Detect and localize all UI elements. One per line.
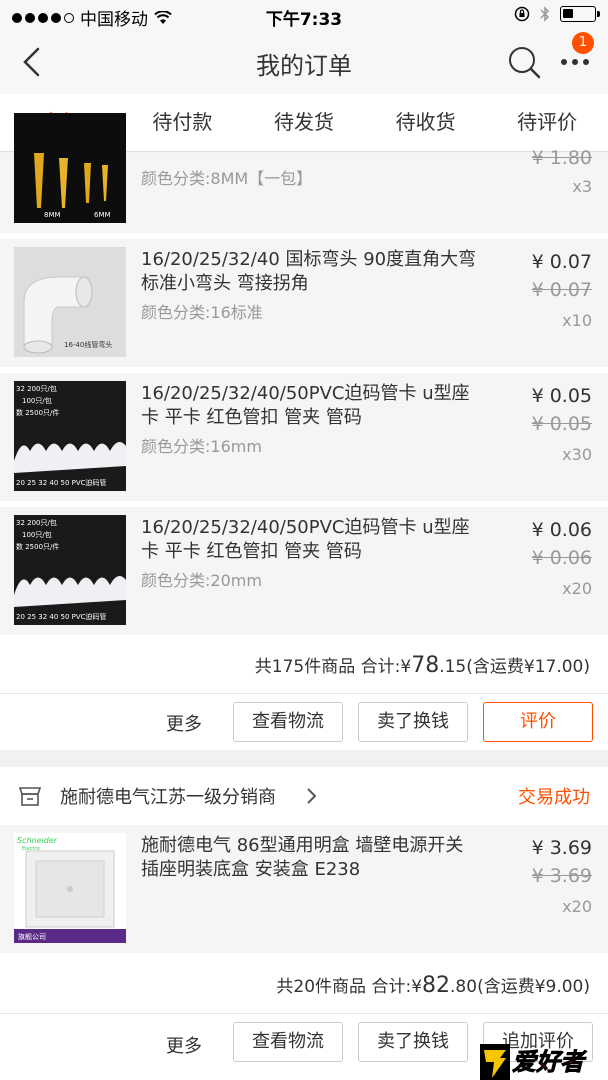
nav-bar: 我的订单 1: [0, 30, 608, 94]
order-total-int: 78: [411, 653, 440, 678]
battery-icon: [560, 6, 600, 22]
tab-pending-payment[interactable]: 待付款: [122, 94, 244, 151]
order-item[interactable]: 16-40线管弯头 16/20/25/32/40 国标弯头 90度直角大弯 标准…: [0, 239, 608, 367]
currency-symbol: ¥: [411, 977, 423, 997]
tab-pending-receipt[interactable]: 待收货: [365, 94, 487, 151]
order-status: 交易成功: [518, 787, 590, 808]
currency-symbol: ¥: [400, 657, 412, 677]
thumb-text-line: 100只/包: [22, 396, 52, 405]
item-original-price: ¥ 1.80: [531, 147, 592, 169]
item-variant: 颜色分类:20mm: [141, 571, 262, 590]
notification-badge: 1: [572, 32, 594, 54]
thumb-text-line: 数 2500只/件: [16, 408, 59, 417]
item-quantity: x3: [572, 177, 592, 196]
product-thumbnail: 32 200只/包 100只/包 数 2500只/件 20 25 32 40 5…: [14, 381, 126, 491]
thumb-brand: Schneider: [17, 836, 58, 845]
order-shipping: (含运费¥17.00): [466, 657, 590, 677]
bluetooth-icon: [540, 6, 550, 22]
tab-pending-shipment[interactable]: 待发货: [243, 94, 365, 151]
thumb-text-line: 20 25 32 40 50 PVC迫码管: [16, 612, 107, 621]
product-thumbnail: 8MM 6MM: [14, 113, 126, 223]
item-original-price: ¥ 0.06: [531, 547, 592, 569]
order-summary: 共20件商品 合计:¥82.80(含运费¥9.00): [0, 953, 608, 1013]
order-item[interactable]: 32 200只/包 100只/包 数 2500只/件 20 25 32 40 5…: [0, 507, 608, 635]
order-item[interactable]: 32 200只/包 100只/包 数 2500只/件 20 25 32 40 5…: [0, 373, 608, 501]
product-thumbnail: 32 200只/包 100只/包 数 2500只/件 20 25 32 40 5…: [14, 515, 126, 625]
item-variant: 颜色分类:8MM【一包】: [141, 169, 313, 188]
order-summary: 共175件商品 合计:¥78.15(含运费¥17.00): [0, 635, 608, 693]
watermark-text: 爱好者: [512, 1048, 587, 1076]
item-original-price: ¥ 0.05: [531, 413, 592, 435]
thumb-caption: 16-40线管弯头: [64, 340, 112, 349]
view-logistics-button[interactable]: 查看物流: [233, 1022, 343, 1062]
thumb-text-line: 20 25 32 40 50 PVC迫码管: [16, 478, 107, 487]
product-thumbnail: Schneider Electric 旗舰公司: [14, 833, 126, 943]
item-price: ¥ 0.06: [531, 519, 592, 541]
item-price: ¥ 3.69: [531, 837, 592, 859]
item-title: 16/20/25/32/40/50PVC迫码管卡 u型座卡 平卡 红色管扣 管夹…: [141, 517, 470, 562]
item-variant: 颜色分类:16mm: [141, 437, 262, 456]
item-price: ¥ 0.07: [531, 251, 592, 273]
item-quantity: x20: [562, 579, 592, 598]
shop-name[interactable]: 施耐德电气江苏一级分销商: [60, 783, 276, 809]
order-total: 共175件商品 合计:¥78.15(含运费¥17.00): [255, 652, 590, 678]
thumb-text-line: 数 2500只/件: [16, 542, 59, 551]
order-total-int: 82: [422, 973, 451, 998]
status-bar: 中国移动 下午7:33: [0, 0, 608, 30]
shop-header[interactable]: 施耐德电气江苏一级分销商 交易成功: [0, 767, 608, 825]
item-quantity: x10: [562, 311, 592, 330]
resell-button[interactable]: 卖了换钱: [358, 702, 468, 742]
order-actions: 更多 查看物流 卖了换钱 评价: [0, 694, 608, 750]
order-total-count: 共175件商品 合计:: [254, 657, 401, 677]
item-title: 16/20/25/32/40 国标弯头 90度直角大弯 标准小弯头 弯接拐角: [141, 249, 477, 294]
rotation-lock-icon: [514, 6, 530, 22]
shop-icon: [18, 787, 42, 806]
thumb-text-line: 100只/包: [22, 530, 52, 539]
resell-button[interactable]: 卖了换钱: [358, 1022, 468, 1062]
thumb-text-line: 32 200只/包: [16, 518, 57, 527]
item-title: 16/20/25/32/40/50PVC迫码管卡 u型座卡 平卡 红色管扣 管夹…: [141, 383, 470, 428]
more-button[interactable]: 更多: [166, 1032, 202, 1058]
chevron-right-icon: [307, 788, 317, 804]
thumb-footer: 旗舰公司: [18, 932, 46, 941]
more-button[interactable]: 更多: [166, 710, 202, 736]
item-title: 施耐德电气 86型通用明盒 墙壁电源开关插座明装底盒 安装盒 E238: [141, 835, 464, 880]
order-total-dec: .80: [450, 977, 478, 997]
watermark-logo: 爱好者: [480, 1040, 608, 1080]
review-button[interactable]: 评价: [483, 702, 593, 742]
order-shipping: (含运费¥9.00): [477, 977, 590, 997]
order-total-dec: .15: [439, 657, 467, 677]
item-original-price: ¥ 0.07: [531, 279, 592, 301]
order-item[interactable]: Schneider Electric 旗舰公司 施耐德电气 86型通用明盒 墙壁…: [0, 825, 608, 953]
thumb-text-line: 32 200只/包: [16, 384, 57, 393]
thumb-label-8mm: 8MM: [44, 211, 61, 219]
item-quantity: x20: [562, 897, 592, 916]
order-item[interactable]: 8MM 6MM 颜色分类:8MM【一包】 ¥ 1.80 x3: [0, 113, 608, 233]
order-total-count: 共20件商品 合计:: [276, 977, 412, 997]
item-price: ¥ 0.05: [531, 385, 592, 407]
order-total: 共20件商品 合计:¥82.80(含运费¥9.00): [276, 972, 590, 998]
item-original-price: ¥ 3.69: [531, 865, 592, 887]
product-thumbnail: 16-40线管弯头: [14, 247, 126, 357]
thumb-brand-sub: Electric: [22, 846, 41, 852]
search-icon[interactable]: [506, 44, 542, 80]
view-logistics-button[interactable]: 查看物流: [233, 702, 343, 742]
tab-pending-review[interactable]: 待评价: [486, 94, 608, 151]
item-quantity: x30: [562, 445, 592, 464]
item-variant: 颜色分类:16标准: [141, 303, 263, 322]
thumb-label-6mm: 6MM: [94, 211, 111, 219]
